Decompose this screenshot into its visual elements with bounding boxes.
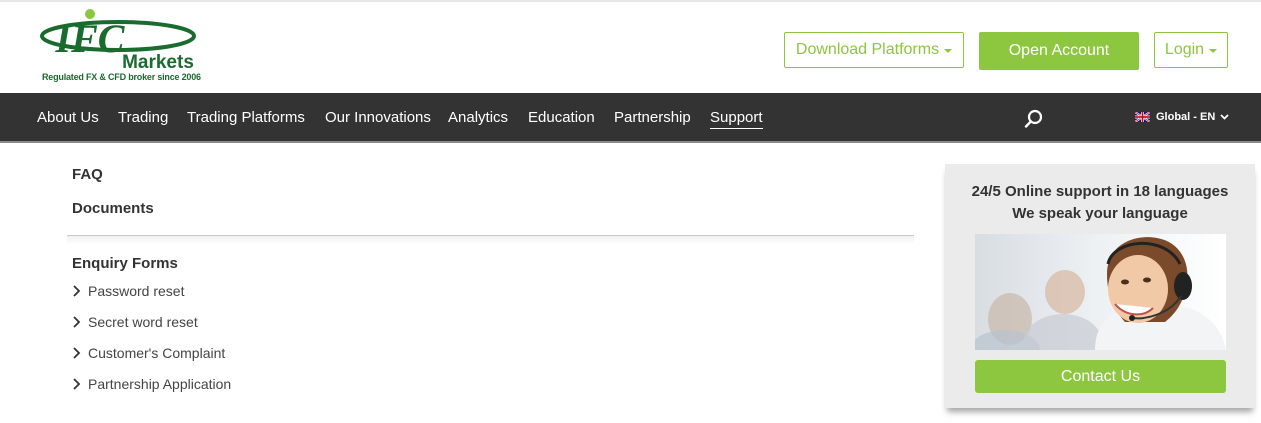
logo-tagline: Regulated FX & CFD broker since 2006 (42, 72, 201, 82)
enquiry-item-label: Secret word reset (88, 314, 198, 330)
nav-item-trading[interactable]: Trading (118, 109, 168, 126)
login-button[interactable]: Login (1154, 32, 1228, 68)
logo-graphic: IFC Markets (40, 9, 196, 73)
support-panel-title: 24/5 Online support in 18 languages We s… (945, 181, 1255, 225)
svg-text:IFC: IFC (55, 16, 126, 61)
enquiry-item-secret-word-reset[interactable]: Secret word reset (72, 314, 198, 330)
chevron-right-icon (73, 285, 81, 297)
enquiry-item-customers-complaint[interactable]: Customer's Complaint (72, 345, 225, 361)
enquiry-item-label: Customer's Complaint (88, 345, 226, 361)
documents-link[interactable]: Documents (72, 200, 154, 217)
nav-item-education[interactable]: Education (528, 109, 595, 126)
divider-shadow (67, 236, 914, 244)
chevron-down-icon (1220, 114, 1229, 120)
open-account-label: Open Account (1008, 42, 1110, 59)
nav-item-about-us[interactable]: About Us (37, 109, 99, 126)
chevron-right-icon (73, 347, 81, 359)
language-selector[interactable]: Global - EN (1135, 111, 1229, 123)
caret-down-icon (1209, 49, 1218, 53)
download-platforms-button[interactable]: Download Platforms (784, 32, 964, 68)
contact-us-label: Contact Us (1060, 367, 1141, 385)
open-account-button[interactable]: Open Account (979, 32, 1139, 70)
contact-us-button[interactable]: Contact Us (975, 360, 1226, 393)
enquiry-item-label: Partnership Application (88, 376, 232, 392)
download-platforms-label: Download Platforms (795, 41, 940, 58)
language-label: Global - EN (1156, 111, 1216, 123)
login-label: Login (1164, 41, 1205, 58)
nav-item-our-innovations[interactable]: Our Innovations (325, 109, 431, 126)
nav-item-trading-platforms[interactable]: Trading Platforms (187, 109, 305, 126)
enquiry-item-partnership-application[interactable]: Partnership Application (72, 376, 231, 392)
svg-text:Markets: Markets (122, 52, 194, 73)
main-nav: About Us Trading Trading Platforms Our I… (0, 93, 1261, 143)
chevron-right-icon (73, 378, 81, 390)
nav-item-support[interactable]: Support (710, 109, 763, 129)
ifc-markets-logo[interactable]: IFC Markets Regulated FX & CFD broker si… (38, 6, 213, 86)
nav-item-partnership[interactable]: Partnership (614, 109, 691, 126)
uk-flag-icon (1135, 112, 1150, 122)
search-icon[interactable] (1024, 109, 1044, 129)
support-panel: 24/5 Online support in 18 languages We s… (945, 164, 1255, 408)
support-agent-image (975, 234, 1226, 350)
caret-down-icon (944, 49, 953, 53)
chevron-right-icon (73, 316, 81, 328)
enquiry-item-label: Password reset (88, 283, 185, 299)
site-header: IFC Markets Regulated FX & CFD broker si… (0, 2, 1261, 93)
enquiry-item-password-reset[interactable]: Password reset (72, 283, 184, 299)
nav-item-analytics[interactable]: Analytics (448, 109, 508, 126)
support-title-line1: 24/5 Online support in 18 languages (971, 183, 1229, 200)
support-title-line2: We speak your language (1012, 205, 1188, 222)
faq-link[interactable]: FAQ (72, 166, 103, 183)
enquiry-forms-title: Enquiry Forms (72, 255, 178, 272)
